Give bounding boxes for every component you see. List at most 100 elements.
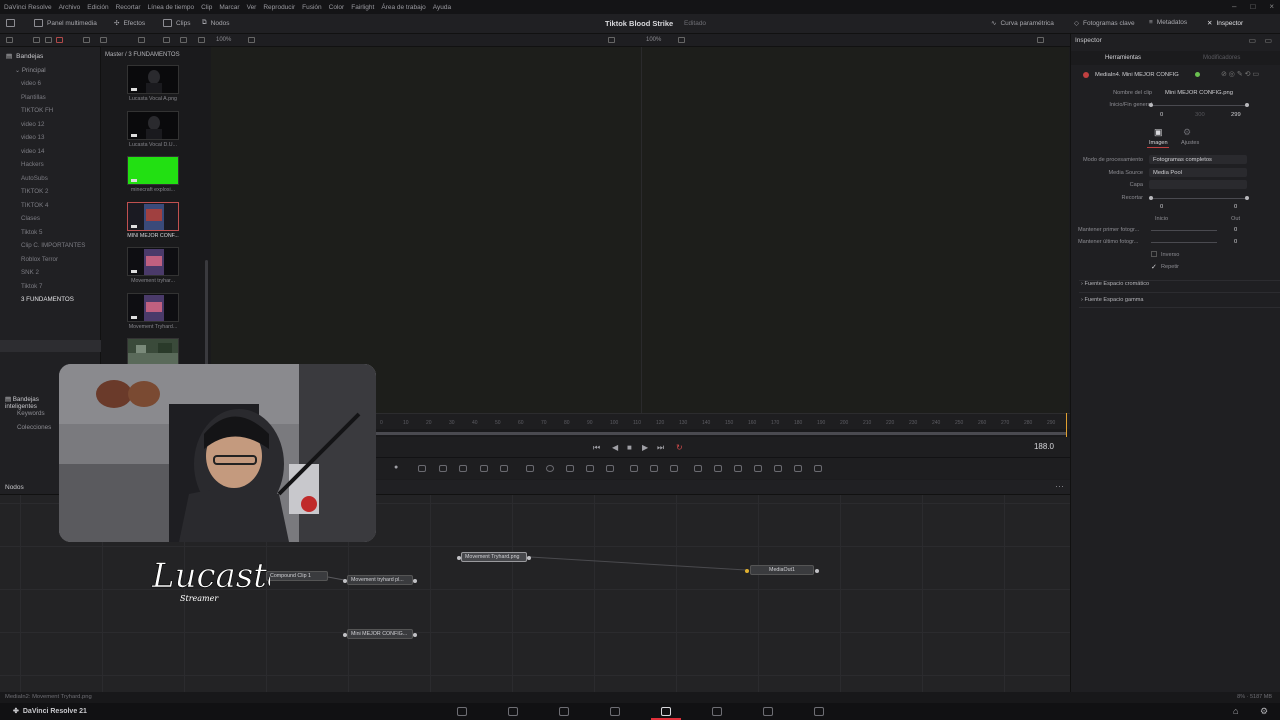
merge3d-tool-icon[interactable] — [814, 465, 822, 472]
range-slider[interactable] — [1151, 105, 1247, 106]
grid-view-icon[interactable] — [138, 37, 145, 43]
menu-item[interactable]: Ayuda — [433, 4, 451, 11]
viewer-options-right-icon[interactable] — [678, 37, 685, 43]
forward-icon[interactable] — [45, 37, 52, 43]
menu-item[interactable]: Recortar — [116, 4, 141, 11]
rectangle-mask-icon[interactable] — [526, 465, 534, 472]
gamma-space-section[interactable]: › Fuente Espacio gamma — [1081, 297, 1144, 303]
nodes-button[interactable]: ⧉ Nodos — [202, 19, 229, 27]
trim-out-value[interactable]: 0 — [1234, 204, 1237, 210]
loop-icon[interactable]: ↻ — [676, 443, 683, 452]
playhead[interactable] — [1066, 413, 1067, 437]
inspector-expand-icon[interactable]: ▭ — [1264, 36, 1272, 45]
merge-tool-icon[interactable] — [459, 465, 467, 472]
menu-item[interactable]: Línea de tiempo — [148, 4, 195, 11]
more-options-icon[interactable] — [198, 37, 205, 43]
bin-item[interactable]: Clases — [21, 215, 40, 222]
image-tab-icon[interactable]: ▣ — [1154, 127, 1163, 138]
bin-item[interactable]: video 14 — [21, 148, 44, 155]
node-compound-clip[interactable]: Compound Clip 1 — [266, 571, 328, 581]
inspector-node-tools-icon[interactable]: ⊘ ◎ ✎ ⟲ ▭ — [1221, 70, 1259, 78]
metadata-button[interactable]: ≡ Metadatos — [1149, 19, 1187, 26]
hold-first-value[interactable]: 0 — [1234, 227, 1237, 233]
text-tool-icon[interactable] — [418, 465, 426, 472]
home-icon[interactable]: ⌂ — [1233, 706, 1238, 716]
curve-button[interactable]: ∿ Curva paramétrica — [991, 19, 1054, 28]
node-input-port[interactable] — [343, 579, 347, 583]
menu-item[interactable]: Área de trabajo — [381, 4, 425, 11]
text3d-tool-icon[interactable] — [734, 465, 742, 472]
transform-tool-icon[interactable] — [480, 465, 488, 472]
hold-first-slider[interactable] — [1151, 230, 1217, 231]
clip-thumbnail[interactable] — [127, 65, 179, 94]
loop-checkbox[interactable]: ✓ — [1151, 263, 1157, 271]
timecode[interactable]: 188.0 — [1034, 442, 1054, 451]
node-input-port[interactable] — [457, 556, 461, 560]
clip-thumbnail[interactable] — [127, 292, 179, 322]
maximize-icon[interactable]: □ — [1250, 2, 1255, 11]
node-input-port[interactable] — [745, 569, 749, 573]
bin-item[interactable]: Plantillas — [21, 94, 46, 101]
node-output-port[interactable] — [413, 579, 417, 583]
menu-item[interactable]: Archivo — [59, 4, 81, 11]
viewer-window-icon[interactable] — [1037, 37, 1044, 43]
bin-item[interactable]: AutoSubs — [21, 175, 48, 182]
color-space-section[interactable]: › Fuente Espacio cromático — [1081, 281, 1149, 287]
ellipse-mask-icon[interactable] — [546, 465, 554, 472]
media-pool-scrollbar[interactable] — [205, 260, 208, 365]
background-tool-icon[interactable] — [439, 465, 447, 472]
tab-modifiers[interactable]: Modificadores — [1203, 55, 1240, 61]
menu-item[interactable]: Color — [329, 4, 345, 11]
node-output-port[interactable] — [527, 556, 531, 560]
trim-in-knob[interactable] — [1149, 196, 1153, 200]
menu-item[interactable]: Clip — [201, 4, 212, 11]
page-deliver-icon[interactable] — [763, 707, 773, 716]
clip-thumbnail[interactable] — [127, 156, 179, 185]
menu-item[interactable]: DaVinci Resolve — [4, 4, 52, 11]
bin-item[interactable]: Tiktok 7 — [21, 283, 42, 290]
page-extra-icon[interactable] — [814, 707, 824, 716]
menu-item[interactable]: Fairlight — [351, 4, 374, 11]
clip-name-value[interactable]: Mini MEJOR CONFIG.png — [1165, 90, 1233, 96]
bin-item[interactable]: TIKTOK 4 — [21, 202, 48, 209]
page-color-icon[interactable] — [661, 707, 671, 716]
inspector-button[interactable]: ✕ Inspector — [1207, 19, 1243, 28]
sort-icon[interactable] — [180, 37, 187, 43]
clip-thumbnail[interactable] — [127, 201, 179, 231]
viewer-zoom-right[interactable]: 100% — [646, 37, 661, 43]
renderer-tool-icon[interactable] — [794, 465, 802, 472]
polygon-mask-icon[interactable] — [566, 465, 574, 472]
viewer-divider[interactable] — [641, 47, 642, 413]
node-mini-mejor-config[interactable]: Mini MEJOR CONFIG... — [347, 629, 413, 639]
page-edit-icon[interactable] — [559, 707, 569, 716]
clip-thumbnail[interactable] — [127, 338, 179, 367]
camera-tool-icon[interactable] — [774, 465, 782, 472]
node-movement-tryhard-1[interactable]: Movement tryhard pl... — [347, 575, 413, 585]
sub-tab-image[interactable]: Imagen — [1149, 140, 1168, 146]
bin-item[interactable]: TIKTOK 2 — [21, 188, 48, 195]
range-start-knob[interactable] — [1149, 103, 1153, 107]
menu-item[interactable]: Fusión — [302, 4, 322, 11]
light-tool-icon[interactable] — [754, 465, 762, 472]
panel-toggle-icon[interactable] — [6, 19, 15, 27]
3d-tool-icon[interactable] — [714, 465, 722, 472]
range-end[interactable]: 299 — [1231, 112, 1241, 118]
bin-item[interactable]: video 13 — [21, 134, 44, 141]
time-ruler[interactable]: 0 10 20 30 40 50 60 70 80 90 100 110 120 130 140 150 160… — [376, 413, 1070, 429]
stop-icon[interactable]: ■ — [627, 443, 632, 452]
particles-tool-icon[interactable] — [670, 465, 678, 472]
thumbnail-view-icon[interactable] — [100, 37, 107, 43]
menu-item[interactable]: Reproducir — [263, 4, 295, 11]
smart-bin-keywords[interactable]: Keywords — [17, 410, 45, 417]
layer-dropdown[interactable] — [1149, 180, 1247, 189]
tab-tools[interactable]: Herramientas — [1105, 55, 1141, 61]
smart-bin-collections[interactable]: Colecciones — [17, 424, 51, 431]
paint-drop-icon[interactable]: ● — [394, 464, 398, 471]
trim-out-knob[interactable] — [1245, 196, 1249, 200]
sub-tab-settings[interactable]: Ajustes — [1181, 140, 1199, 146]
shape-tool-icon[interactable] — [694, 465, 702, 472]
close-icon[interactable]: × — [1269, 2, 1274, 11]
node-output-port[interactable] — [815, 569, 819, 573]
range-start[interactable]: 0 — [1160, 112, 1163, 118]
clip-thumbnail[interactable] — [127, 247, 179, 276]
